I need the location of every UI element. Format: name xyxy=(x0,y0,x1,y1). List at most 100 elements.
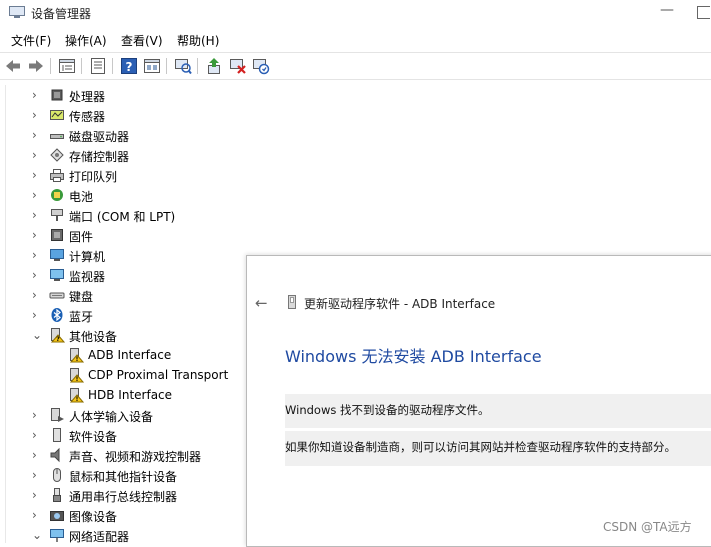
forward-arrow-icon[interactable] xyxy=(27,57,45,75)
dialog-back-button[interactable]: ← xyxy=(255,294,268,312)
tree-item-label: 蓝牙 xyxy=(69,310,94,324)
printer-icon xyxy=(50,169,64,182)
tree-item-label: 其他设备 xyxy=(69,330,118,344)
bluetooth-icon xyxy=(51,308,63,322)
tree-item-label: 软件设备 xyxy=(69,430,118,444)
tree-category[interactable]: › 存储控制器 xyxy=(6,145,706,165)
battery-icon xyxy=(51,189,63,201)
tree-category[interactable]: › 打印队列 xyxy=(6,165,706,185)
device-tree-icon[interactable] xyxy=(58,57,76,75)
menu-file[interactable]: 文件(F) xyxy=(11,32,51,49)
camera-icon xyxy=(50,511,64,521)
svg-text:?: ? xyxy=(126,60,133,74)
tree-item-label: 鼠标和其他指针设备 xyxy=(69,470,178,484)
toolbar-separator xyxy=(166,58,167,74)
toolbar: ? xyxy=(0,52,711,80)
usb-icon xyxy=(53,488,61,502)
tree-category[interactable]: › 端口 (COM 和 LPT) xyxy=(6,205,706,225)
expand-chevron-icon[interactable]: › xyxy=(32,128,42,142)
tree-item-label: 固件 xyxy=(69,230,94,244)
title-bar: 设备管理器 — xyxy=(0,0,711,27)
disable-device-icon[interactable] xyxy=(252,57,270,75)
device-icon xyxy=(288,295,296,309)
properties-icon[interactable] xyxy=(89,57,107,75)
keyboard-icon xyxy=(49,292,65,299)
disk-drive-icon xyxy=(50,134,64,139)
expand-chevron-icon[interactable]: › xyxy=(32,308,42,322)
menu-action[interactable]: 操作(A) xyxy=(65,32,107,49)
watermark: CSDN @TA远方 xyxy=(603,520,692,534)
tree-item-label: 打印队列 xyxy=(69,170,118,184)
tree-item-label: 处理器 xyxy=(69,90,106,104)
warning-device-icon: ! xyxy=(69,388,84,403)
storage-controller-icon xyxy=(50,148,64,162)
computer-icon xyxy=(50,249,64,261)
dialog-heading: Windows 无法安装 ADB Interface xyxy=(285,347,542,366)
tree-item-label: 网络适配器 xyxy=(69,530,130,544)
expand-chevron-icon[interactable]: › xyxy=(32,468,42,482)
update-driver-icon[interactable] xyxy=(205,57,223,75)
tree-item-label: 图像设备 xyxy=(69,510,118,524)
unknown-device-icon: ? xyxy=(50,328,65,343)
menu-view[interactable]: 查看(V) xyxy=(121,32,163,49)
expand-chevron-icon[interactable]: › xyxy=(32,148,42,162)
tree-category[interactable]: › 处理器 xyxy=(6,85,706,105)
toolbar-separator xyxy=(197,58,198,74)
expand-chevron-icon[interactable]: › xyxy=(32,88,42,102)
expand-chevron-icon[interactable]: › xyxy=(32,108,42,122)
scan-hardware-icon[interactable] xyxy=(174,57,192,75)
tree-item-label: CDP Proximal Transport xyxy=(88,368,229,382)
collapse-chevron-icon[interactable]: ⌄ xyxy=(32,528,42,542)
tree-item-label: 端口 (COM 和 LPT) xyxy=(69,210,176,224)
menu-help[interactable]: 帮助(H) xyxy=(177,32,219,49)
dialog-header: 更新驱动程序软件 - ADB Interface xyxy=(304,297,496,311)
tree-category[interactable]: › 传感器 xyxy=(6,105,706,125)
expand-chevron-icon[interactable]: › xyxy=(32,248,42,262)
uninstall-device-icon[interactable] xyxy=(229,57,247,75)
tree-category[interactable]: › 磁盘驱动器 xyxy=(6,125,706,145)
tree-category[interactable]: › 固件 xyxy=(6,225,706,245)
back-arrow-icon[interactable] xyxy=(4,57,22,75)
toolbar-separator xyxy=(112,58,113,74)
tree-item-label: 键盘 xyxy=(69,290,94,304)
view-icon[interactable] xyxy=(143,57,161,75)
svg-text:!: ! xyxy=(76,396,79,403)
expand-chevron-icon[interactable]: › xyxy=(32,428,42,442)
minimize-button[interactable]: — xyxy=(660,2,674,18)
tree-category[interactable]: › 电池 xyxy=(6,185,706,205)
tree-item-label: 监视器 xyxy=(69,270,106,284)
maximize-button[interactable] xyxy=(697,6,710,19)
svg-text:?: ? xyxy=(56,336,60,343)
expand-chevron-icon[interactable]: › xyxy=(32,488,42,502)
tree-item-label: 声音、视频和游戏控制器 xyxy=(69,450,202,464)
tree-item-label: 通用串行总线控制器 xyxy=(69,490,178,504)
tree-item-label: 计算机 xyxy=(69,250,106,264)
toolbar-separator xyxy=(50,58,51,74)
update-driver-dialog: ← 更新驱动程序软件 - ADB Interface Windows 无法安装 … xyxy=(246,255,711,547)
sound-icon xyxy=(50,447,60,463)
hid-icon xyxy=(51,408,64,422)
software-device-icon xyxy=(53,428,61,442)
expand-chevron-icon[interactable]: › xyxy=(32,268,42,282)
dialog-message-not-found: Windows 找不到设备的驱动程序文件。 xyxy=(285,394,711,428)
tree-item-label: ADB Interface xyxy=(88,348,172,362)
expand-chevron-icon[interactable]: › xyxy=(32,508,42,522)
expand-chevron-icon[interactable]: › xyxy=(32,168,42,182)
window-title: 设备管理器 xyxy=(31,7,92,21)
expand-chevron-icon[interactable]: › xyxy=(32,188,42,202)
expand-chevron-icon[interactable]: › xyxy=(32,448,42,462)
collapse-chevron-icon[interactable]: ⌄ xyxy=(32,328,42,342)
menu-bar: 文件(F) 操作(A) 查看(V) 帮助(H) xyxy=(0,28,711,50)
tree-item-label: 磁盘驱动器 xyxy=(69,130,130,144)
sensor-icon xyxy=(50,110,64,120)
svg-text:!: ! xyxy=(76,376,79,383)
svg-text:!: ! xyxy=(76,356,79,363)
expand-chevron-icon[interactable]: › xyxy=(32,288,42,302)
help-icon[interactable]: ? xyxy=(120,57,138,75)
expand-chevron-icon[interactable]: › xyxy=(32,228,42,242)
monitor-icon xyxy=(50,269,64,281)
expand-chevron-icon[interactable]: › xyxy=(32,208,42,222)
tree-item-label: 存储控制器 xyxy=(69,150,130,164)
network-adapter-icon xyxy=(50,529,64,542)
expand-chevron-icon[interactable]: › xyxy=(32,408,42,422)
